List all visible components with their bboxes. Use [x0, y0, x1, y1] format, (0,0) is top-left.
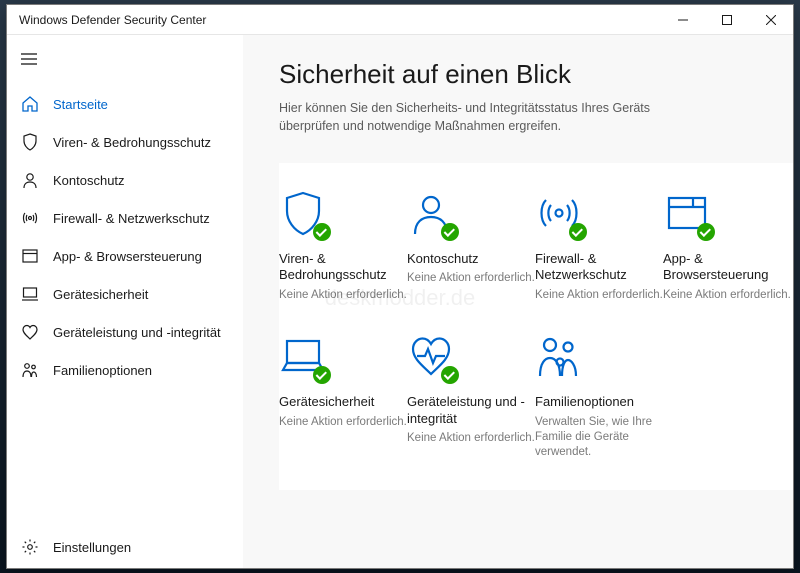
titlebar: Windows Defender Security Center — [7, 5, 793, 35]
tile-subtitle: Keine Aktion erforderlich. — [407, 271, 535, 286]
app-browser-icon — [663, 189, 711, 237]
tile-title: Geräteleistung und -integrität — [407, 394, 535, 427]
maximize-button[interactable] — [705, 5, 749, 35]
tile-firewall[interactable]: Firewall- & Netzwerkschutz Keine Aktion … — [535, 189, 663, 302]
sidebar-item-family[interactable]: Familienoptionen — [7, 351, 243, 389]
tile-account[interactable]: Kontoschutz Keine Aktion erforderlich. — [407, 189, 535, 302]
status-ok-icon — [441, 223, 459, 241]
tile-title: Familienoptionen — [535, 394, 663, 410]
page-title: Sicherheit auf einen Blick — [279, 59, 793, 90]
sidebar-item-home[interactable]: Startseite — [7, 85, 243, 123]
sidebar-item-virus[interactable]: Viren- & Bedrohungsschutz — [7, 123, 243, 161]
tile-virus[interactable]: Viren- & Bedrohungsschutz Keine Aktion e… — [279, 189, 407, 302]
tile-family[interactable]: Familienoptionen Verwalten Sie, wie Ihre… — [535, 332, 663, 459]
sidebar-item-label: Viren- & Bedrohungsschutz — [53, 135, 211, 150]
tile-title: App- & Browsersteuerung — [663, 251, 791, 284]
health-icon — [407, 332, 455, 380]
window-title: Windows Defender Security Center — [19, 13, 206, 27]
home-icon — [21, 95, 39, 113]
tile-subtitle: Keine Aktion erforderlich. — [663, 288, 791, 303]
tile-subtitle: Keine Aktion erforderlich. — [279, 288, 407, 303]
sidebar-item-label: Einstellungen — [53, 540, 131, 555]
hamburger-icon — [21, 53, 37, 65]
firewall-icon — [21, 209, 39, 227]
sidebar-item-settings[interactable]: Einstellungen — [7, 526, 243, 568]
device-icon — [279, 332, 327, 380]
status-ok-icon — [313, 223, 331, 241]
status-ok-icon — [569, 223, 587, 241]
gear-icon — [21, 538, 39, 556]
firewall-icon — [535, 189, 583, 237]
sidebar: Startseite Viren- & Bedrohungsschutz Kon… — [7, 35, 243, 568]
sidebar-item-label: App- & Browsersteuerung — [53, 249, 202, 264]
sidebar-item-label: Kontoschutz — [53, 173, 125, 188]
minimize-button[interactable] — [661, 5, 705, 35]
hamburger-button[interactable] — [7, 39, 243, 79]
tile-subtitle: Keine Aktion erforderlich. — [407, 431, 535, 446]
device-icon — [21, 285, 39, 303]
close-button[interactable] — [749, 5, 793, 35]
family-icon — [21, 361, 39, 379]
status-tiles: Viren- & Bedrohungsschutz Keine Aktion e… — [279, 163, 793, 490]
page-subtitle: Hier können Sie den Sicherheits- und Int… — [279, 100, 679, 135]
status-ok-icon — [441, 366, 459, 384]
close-icon — [766, 15, 776, 25]
sidebar-item-label: Geräteleistung und -integrität — [53, 325, 221, 340]
tile-title: Firewall- & Netzwerkschutz — [535, 251, 663, 284]
sidebar-item-appbrowser[interactable]: App- & Browsersteuerung — [7, 237, 243, 275]
account-icon — [407, 189, 455, 237]
sidebar-item-account[interactable]: Kontoschutz — [7, 161, 243, 199]
shield-icon — [279, 189, 327, 237]
shield-icon — [21, 133, 39, 151]
status-ok-icon — [697, 223, 715, 241]
tile-performance[interactable]: Geräteleistung und -integrität Keine Akt… — [407, 332, 535, 459]
account-icon — [21, 171, 39, 189]
sidebar-item-label: Gerätesicherheit — [53, 287, 148, 302]
sidebar-item-device[interactable]: Gerätesicherheit — [7, 275, 243, 313]
status-ok-icon — [313, 366, 331, 384]
health-icon — [21, 323, 39, 341]
tile-appbrowser[interactable]: App- & Browsersteuerung Keine Aktion erf… — [663, 189, 791, 302]
tile-device[interactable]: Gerätesicherheit Keine Aktion erforderli… — [279, 332, 407, 459]
sidebar-item-label: Startseite — [53, 97, 108, 112]
tile-subtitle: Keine Aktion erforderlich. — [279, 415, 407, 430]
app-browser-icon — [21, 247, 39, 265]
sidebar-item-firewall[interactable]: Firewall- & Netzwerkschutz — [7, 199, 243, 237]
tile-subtitle: Keine Aktion erforderlich. — [535, 288, 663, 303]
tile-subtitle: Verwalten Sie, wie Ihre Familie die Gerä… — [535, 415, 663, 460]
tile-title: Viren- & Bedrohungsschutz — [279, 251, 407, 284]
app-window: Windows Defender Security Center Startse… — [6, 4, 794, 569]
tile-title: Gerätesicherheit — [279, 394, 407, 410]
sidebar-item-label: Firewall- & Netzwerkschutz — [53, 211, 210, 226]
family-icon — [535, 332, 583, 380]
tile-title: Kontoschutz — [407, 251, 535, 267]
maximize-icon — [722, 15, 732, 25]
sidebar-item-label: Familienoptionen — [53, 363, 152, 378]
main-content: Sicherheit auf einen Blick Hier können S… — [243, 35, 793, 568]
sidebar-item-performance[interactable]: Geräteleistung und -integrität — [7, 313, 243, 351]
minimize-icon — [678, 15, 688, 25]
